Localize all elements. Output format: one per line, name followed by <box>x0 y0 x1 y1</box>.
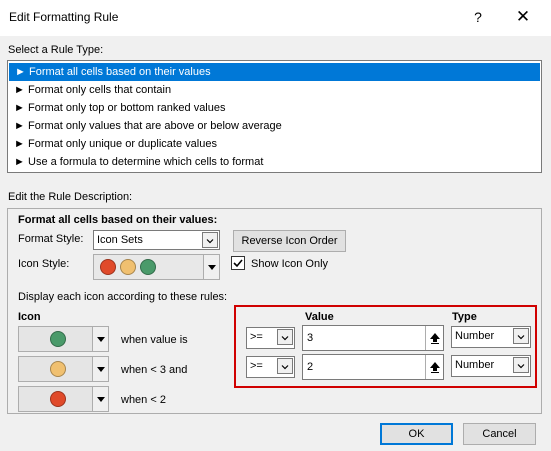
rule-type-item-label: Format all cells based on their values <box>29 66 211 78</box>
format-style-label: Format Style: <box>18 233 84 245</box>
rule-type-item[interactable]: ► Format all cells based on their values <box>9 63 540 81</box>
rule-type-item-label: Format only values that are above or bel… <box>28 120 282 132</box>
rule-type-item-label: Format only cells that contain <box>28 84 172 96</box>
yellow-circle-icon <box>50 361 66 377</box>
arrow-icon: ► <box>14 120 25 132</box>
rule-type-list[interactable]: ► Format all cells based on their values … <box>7 60 542 173</box>
close-button[interactable]: ✕ <box>508 6 538 28</box>
show-icon-only-label: Show Icon Only <box>251 258 329 270</box>
highlight-frame <box>234 305 537 388</box>
show-icon-only-checkbox[interactable] <box>231 256 245 270</box>
condition-text: when < 2 <box>121 394 166 406</box>
reverse-icon-order-button[interactable]: Reverse Icon Order <box>233 230 346 252</box>
format-style-select[interactable]: Icon Sets <box>93 230 220 250</box>
rule-type-item[interactable]: ► Format only values that are above or be… <box>8 117 541 135</box>
chevron-down-icon[interactable] <box>202 232 218 248</box>
icon-select-row-2[interactable] <box>18 356 109 382</box>
description-label: Edit the Rule Description: <box>8 191 133 203</box>
rule-type-item-label: Format only unique or duplicate values <box>28 138 217 150</box>
red-circle-icon <box>50 391 66 407</box>
arrow-icon: ► <box>15 66 26 78</box>
arrow-icon: ► <box>14 84 25 96</box>
arrow-icon: ► <box>14 156 25 168</box>
icon-style-select[interactable] <box>93 254 220 280</box>
condition-text: when value is <box>121 334 188 346</box>
description-heading: Format all cells based on their values: <box>18 214 218 226</box>
chevron-down-icon[interactable] <box>203 255 219 279</box>
chevron-down-icon[interactable] <box>92 327 108 351</box>
help-button[interactable]: ? <box>466 6 490 28</box>
arrow-icon: ► <box>14 138 25 150</box>
icon-select-row-3[interactable] <box>18 386 109 412</box>
display-rules-label: Display each icon according to these rul… <box>18 291 228 303</box>
title-bar: Edit Formatting Rule ? ✕ <box>0 0 551 36</box>
rule-type-item[interactable]: ► Format only cells that contain <box>8 81 541 99</box>
green-circle-icon <box>50 331 66 347</box>
rule-type-item[interactable]: ► Use a formula to determine which cells … <box>8 153 541 171</box>
icon-column-header: Icon <box>18 311 41 323</box>
green-circle-icon <box>140 259 156 275</box>
ok-button[interactable]: OK <box>380 423 453 445</box>
arrow-icon: ► <box>14 102 25 114</box>
rule-type-item[interactable]: ► Format only top or bottom ranked values <box>8 99 541 117</box>
rule-type-label: Select a Rule Type: <box>8 44 104 56</box>
rule-type-item-label: Use a formula to determine which cells t… <box>28 156 264 168</box>
yellow-circle-icon <box>120 259 136 275</box>
rule-type-item[interactable]: ► Format only unique or duplicate values <box>8 135 541 153</box>
format-style-value: Icon Sets <box>97 234 143 246</box>
icon-style-label: Icon Style: <box>18 258 70 270</box>
dialog-title: Edit Formatting Rule <box>9 10 119 24</box>
cancel-button[interactable]: Cancel <box>463 423 536 445</box>
icon-select-row-1[interactable] <box>18 326 109 352</box>
rule-type-item-label: Format only top or bottom ranked values <box>28 102 226 114</box>
chevron-down-icon[interactable] <box>92 357 108 381</box>
condition-text: when < 3 and <box>121 364 188 376</box>
red-circle-icon <box>100 259 116 275</box>
chevron-down-icon[interactable] <box>92 387 108 411</box>
